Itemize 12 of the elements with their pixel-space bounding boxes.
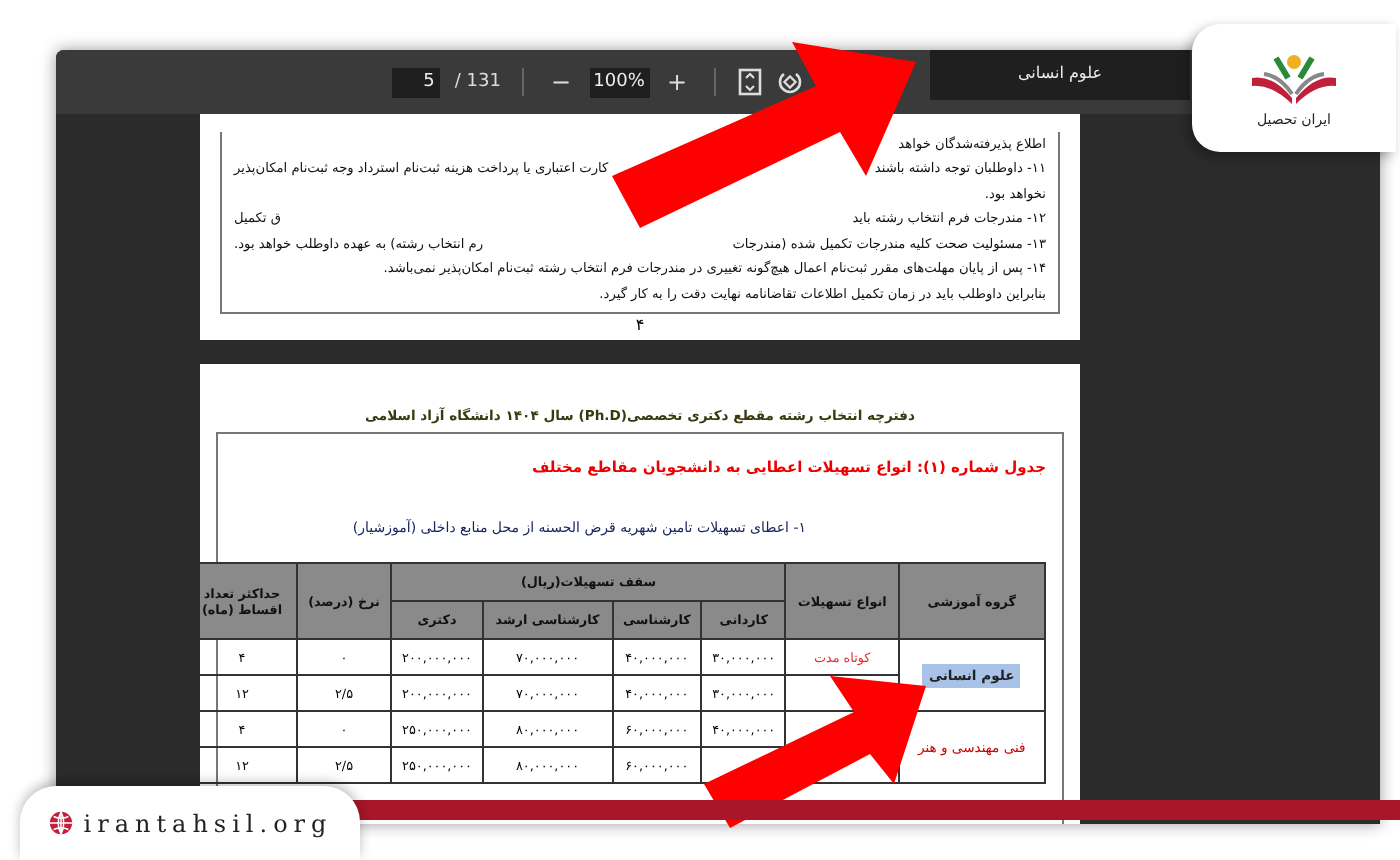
page-number: ۴ — [635, 314, 645, 336]
zoom-out-button[interactable]: − — [546, 68, 576, 96]
zoom-in-button[interactable]: + — [663, 68, 692, 96]
tooltip: علوم انسانی — [930, 50, 1190, 100]
fit-page-icon[interactable] — [737, 68, 762, 96]
book-logo-icon — [1248, 49, 1340, 105]
page-number-field[interactable]: 5 — [392, 67, 441, 97]
globe-icon — [47, 810, 74, 836]
rotate-icon[interactable] — [775, 68, 804, 96]
page-count: / 131 — [454, 72, 501, 92]
site-url: irantahsil.org — [83, 809, 333, 837]
zoom-field[interactable]: 100% — [589, 67, 650, 97]
